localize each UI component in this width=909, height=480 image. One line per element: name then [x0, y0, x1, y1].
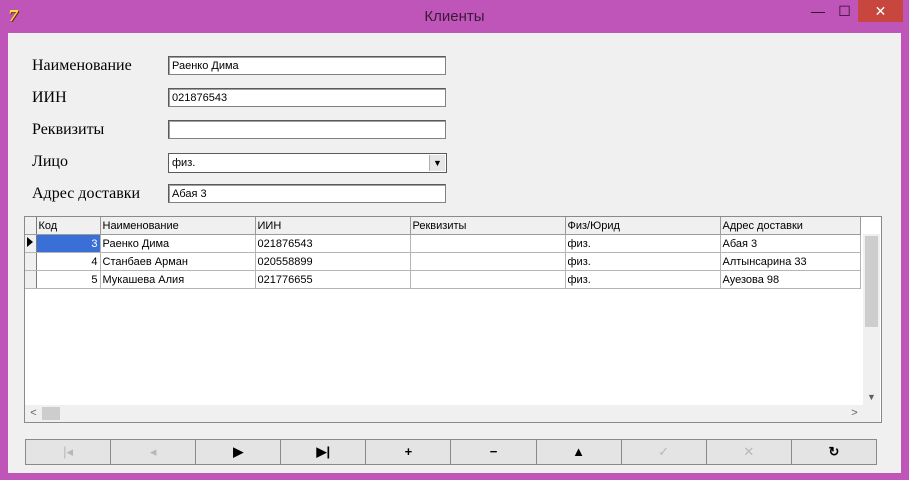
- close-button[interactable]: ✕: [858, 0, 903, 22]
- row-indicator: [25, 234, 37, 253]
- nav-last-button[interactable]: ▶|: [280, 439, 367, 465]
- cell-address[interactable]: Алтынсарина 33: [720, 252, 861, 271]
- cell-address[interactable]: Абая 3: [720, 234, 861, 253]
- chevron-down-icon[interactable]: ▼: [429, 155, 445, 171]
- col-header-requisites[interactable]: Реквизиты: [410, 217, 566, 235]
- col-header-address[interactable]: Адрес доставки: [720, 217, 861, 235]
- col-header-type[interactable]: Физ/Юрид: [565, 217, 721, 235]
- nav-refresh-button[interactable]: ↻: [790, 439, 877, 465]
- vertical-scrollbar[interactable]: ▼: [863, 234, 880, 405]
- clients-window: 7 Клиенты — ☐ ✕ Наименование Раенко Дима…: [0, 0, 909, 480]
- address-label: Адрес доставки: [32, 185, 141, 202]
- cell-iin[interactable]: 021776655: [255, 270, 411, 289]
- requisites-field[interactable]: [168, 120, 446, 139]
- scroll-down-icon[interactable]: ▼: [863, 389, 880, 405]
- nav-cancel-button[interactable]: ✕: [705, 439, 792, 465]
- nav-edit-button[interactable]: ▲: [535, 439, 622, 465]
- cell-type[interactable]: физ.: [565, 234, 721, 253]
- iin-label: ИИН: [32, 89, 67, 106]
- cell-name[interactable]: Раенко Дима: [100, 234, 256, 253]
- cell-requisites[interactable]: [410, 252, 566, 271]
- nav-delete-button[interactable]: −: [450, 439, 537, 465]
- cell-type[interactable]: физ.: [565, 252, 721, 271]
- nav-next-button[interactable]: ▶: [195, 439, 282, 465]
- current-row-arrow-icon: [27, 237, 33, 247]
- db-navigator: |◂ ◂ ▶ ▶| + − ▲ ✓ ✕ ↻: [25, 439, 877, 465]
- face-label: Лицо: [32, 153, 68, 170]
- clients-grid[interactable]: Код Наименование ИИН Реквизиты Физ/Юрид …: [24, 216, 882, 423]
- cell-name[interactable]: Станбаев Арман: [100, 252, 256, 271]
- name-field[interactable]: Раенко Дима: [168, 56, 446, 75]
- col-header-iin[interactable]: ИИН: [255, 217, 411, 235]
- window-title: Клиенты: [424, 8, 485, 25]
- horizontal-scroll-thumb[interactable]: [42, 407, 60, 420]
- row-indicator: [25, 252, 37, 271]
- face-select[interactable]: физ. ▼: [168, 153, 447, 173]
- scroll-right-icon[interactable]: >: [846, 405, 863, 422]
- nav-insert-button[interactable]: +: [365, 439, 452, 465]
- scroll-corner: [863, 405, 880, 422]
- row-indicator: [25, 270, 37, 289]
- cell-type[interactable]: физ.: [565, 270, 721, 289]
- cell-iin[interactable]: 020558899: [255, 252, 411, 271]
- cell-code[interactable]: 5: [36, 270, 101, 289]
- maximize-button[interactable]: ☐: [831, 0, 858, 22]
- table-row[interactable]: 4 Станбаев Арман 020558899 физ. Алтынсар…: [25, 252, 861, 271]
- cell-name[interactable]: Мукашева Алия: [100, 270, 256, 289]
- address-field[interactable]: Абая 3: [168, 184, 446, 203]
- clients-table: Код Наименование ИИН Реквизиты Физ/Юрид …: [25, 217, 861, 289]
- cell-iin[interactable]: 021876543: [255, 234, 411, 253]
- form-area: Наименование Раенко Дима ИИН 021876543 Р…: [8, 33, 901, 473]
- nav-first-button[interactable]: |◂: [25, 439, 112, 465]
- vertical-scroll-thumb[interactable]: [865, 236, 878, 327]
- table-header-row: Код Наименование ИИН Реквизиты Физ/Юрид …: [25, 217, 861, 235]
- cell-requisites[interactable]: [410, 234, 566, 253]
- nav-prior-button[interactable]: ◂: [110, 439, 197, 465]
- col-header-code[interactable]: Код: [36, 217, 101, 235]
- scroll-left-icon[interactable]: <: [25, 405, 42, 422]
- cell-address[interactable]: Ауезова 98: [720, 270, 861, 289]
- face-select-value: физ.: [172, 157, 196, 169]
- minimize-button[interactable]: —: [805, 0, 831, 22]
- iin-field[interactable]: 021876543: [168, 88, 446, 107]
- indicator-header: [25, 217, 37, 235]
- cell-code[interactable]: 4: [36, 252, 101, 271]
- table-row[interactable]: 3 Раенко Дима 021876543 физ. Абая 3: [25, 234, 861, 253]
- cell-requisites[interactable]: [410, 270, 566, 289]
- horizontal-scrollbar[interactable]: < >: [25, 405, 863, 422]
- name-label: Наименование: [32, 57, 132, 74]
- table-row[interactable]: 5 Мукашева Алия 021776655 физ. Ауезова 9…: [25, 270, 861, 289]
- nav-post-button[interactable]: ✓: [620, 439, 707, 465]
- title-bar[interactable]: 7 Клиенты — ☐ ✕: [0, 0, 909, 33]
- requisites-label: Реквизиты: [32, 121, 105, 138]
- cell-code[interactable]: 3: [36, 234, 101, 253]
- col-header-name[interactable]: Наименование: [100, 217, 256, 235]
